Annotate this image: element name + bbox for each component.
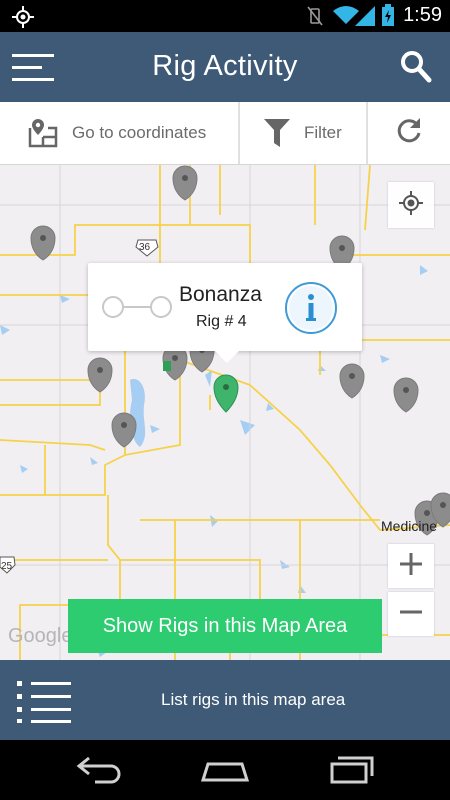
my-location-button[interactable]	[388, 182, 434, 228]
battery-icon	[382, 4, 394, 31]
list-rigs-label: List rigs in this map area	[161, 690, 346, 709]
map-watermark: Google	[8, 625, 73, 647]
status-time: 1:59	[403, 4, 442, 26]
refresh-icon	[394, 116, 424, 151]
popup-pointer	[215, 351, 239, 363]
home-icon	[200, 762, 250, 790]
rig-marker[interactable]	[172, 165, 198, 201]
map-background	[0, 165, 450, 660]
map-toolbar: Go to coordinates Filter	[0, 102, 450, 165]
filter-label: Filter	[304, 123, 342, 142]
search-icon	[400, 50, 432, 89]
info-icon[interactable]	[284, 281, 338, 340]
refresh-button[interactable]	[368, 102, 450, 164]
status-bar: 1:59	[0, 0, 450, 32]
road-label-36: 36	[139, 242, 151, 253]
plus-icon	[400, 552, 422, 580]
route-badge	[163, 361, 171, 371]
filter-icon	[264, 119, 290, 147]
system-nav-bar	[0, 740, 450, 800]
zoom-in-button[interactable]	[388, 544, 434, 588]
app-bar: Rig Activity	[0, 32, 450, 102]
rig-number: Rig # 4	[196, 313, 247, 330]
map-view[interactable]: 36 25 Medicine Google	[0, 165, 450, 660]
search-button[interactable]	[386, 32, 450, 102]
vibrate-muted-icon	[306, 6, 324, 31]
rig-icon	[100, 294, 174, 325]
rig-marker[interactable]	[393, 377, 419, 413]
map-pin-icon	[28, 118, 58, 148]
selected-rig-marker[interactable]	[213, 374, 239, 413]
back-button[interactable]	[75, 754, 125, 786]
recents-button[interactable]	[328, 754, 378, 786]
page-title: Rig Activity	[152, 50, 298, 82]
go-to-coordinates-button[interactable]: Go to coordinates	[0, 102, 238, 164]
gps-icon	[12, 6, 34, 33]
back-icon	[75, 756, 125, 790]
rig-marker[interactable]	[111, 412, 137, 448]
minus-icon	[400, 601, 422, 628]
zoom-out-button[interactable]	[388, 592, 434, 636]
filter-button[interactable]: Filter	[240, 102, 366, 164]
list-rigs-bar[interactable]: List rigs in this map area	[0, 660, 450, 740]
list-icon	[17, 681, 71, 728]
home-button[interactable]	[200, 754, 250, 786]
road-label-25: 25	[1, 561, 13, 572]
place-label: Medicine	[381, 518, 438, 534]
signal-icon	[355, 6, 377, 31]
rig-name: Bonanza	[179, 283, 262, 306]
rig-info-popup[interactable]: Bonanza Rig # 4	[88, 263, 362, 363]
rig-marker[interactable]	[87, 357, 113, 393]
recents-icon	[328, 756, 378, 790]
show-rigs-button[interactable]: Show Rigs in this Map Area	[68, 599, 382, 653]
my-location-icon	[398, 190, 424, 221]
go-to-coordinates-label: Go to coordinates	[72, 123, 207, 142]
